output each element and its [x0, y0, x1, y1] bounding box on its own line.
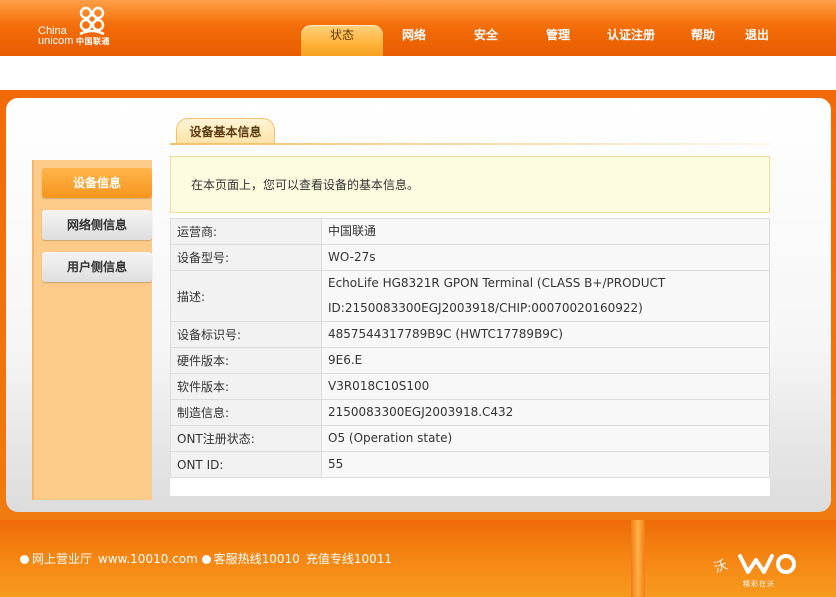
row-label-ont-id: ONT ID:	[170, 451, 322, 478]
top-header: China unicom 中国联通 状态 网络 安全 管理 认证注册 帮助 退出	[0, 0, 836, 56]
nav-logout[interactable]: 退出	[735, 25, 779, 56]
table-row: 硬件版本: 9E6.E	[170, 347, 770, 374]
wo-brand-logo: 沃 精彩在沃	[712, 546, 802, 590]
footer-recharge-line: 充值专线10011	[305, 552, 392, 566]
row-label-model: 设备型号:	[170, 244, 322, 271]
device-info-table: 运营商: 中国联通 设备型号: WO-27s 描述: EchoLife HG83…	[170, 218, 770, 478]
main-content: 在本页面上，您可以查看设备的基本信息。 运营商: 中国联通 设备型号: WO-2…	[170, 156, 770, 496]
sidebar-item-network-side-info[interactable]: 网络侧信息	[42, 210, 152, 240]
row-value-software-version: V3R018C10S100	[321, 373, 770, 400]
main-nav: 状态 网络 安全 管理 认证注册 帮助 退出	[0, 25, 836, 56]
bullet-icon	[201, 555, 211, 564]
row-label-ont-reg-status: ONT注册状态:	[170, 425, 322, 452]
row-value-ont-id: 55	[321, 451, 770, 478]
table-row: 制造信息: 2150083300EGJ2003918.C432	[170, 399, 770, 426]
nav-status[interactable]: 状态	[301, 25, 383, 56]
row-value-device-id: 4857544317789B9C (HWTC17789B9C)	[321, 321, 770, 348]
table-row: 描述: EchoLife HG8321R GPON Terminal (CLAS…	[170, 270, 770, 322]
row-label-manufacture-info: 制造信息:	[170, 399, 322, 426]
nav-management[interactable]: 管理	[536, 25, 580, 56]
nav-network[interactable]: 网络	[392, 25, 436, 56]
table-row: 软件版本: V3R018C10S100	[170, 373, 770, 400]
row-value-description: EchoLife HG8321R GPON Terminal (CLASS B+…	[321, 270, 770, 322]
title-underline	[170, 143, 770, 145]
row-label-description: 描述:	[170, 270, 322, 322]
footer-link-online-hall[interactable]: 网上营业厅	[32, 552, 92, 566]
row-value-ont-reg-status: O5 (Operation state)	[321, 425, 770, 452]
nav-auth-register[interactable]: 认证注册	[600, 25, 662, 56]
table-row: ONT注册状态: O5 (Operation state)	[170, 425, 770, 452]
row-label-operator: 运营商:	[170, 218, 322, 245]
row-label-device-id: 设备标识号:	[170, 321, 322, 348]
table-row: 设备标识号: 4857544317789B9C (HWTC17789B9C)	[170, 321, 770, 348]
table-row: ONT ID: 55	[170, 451, 770, 478]
footer-hotline: 客服热线10010	[213, 552, 300, 566]
header-spacer	[0, 56, 836, 90]
page-title-tab: 设备基本信息	[176, 118, 275, 144]
row-value-manufacture-info: 2150083300EGJ2003918.C432	[321, 399, 770, 426]
row-label-software-version: 软件版本:	[170, 373, 322, 400]
sidebar-item-user-side-info[interactable]: 用户侧信息	[42, 252, 152, 282]
row-value-model: WO-27s	[321, 244, 770, 271]
row-label-hardware-version: 硬件版本:	[170, 347, 322, 374]
table-row: 运营商: 中国联通	[170, 218, 770, 245]
intro-message: 在本页面上，您可以查看设备的基本信息。	[170, 156, 770, 213]
row-value-hardware-version: 9E6.E	[321, 347, 770, 374]
footer-decoration-pole	[631, 520, 645, 597]
nav-help[interactable]: 帮助	[681, 25, 725, 56]
nav-security[interactable]: 安全	[464, 25, 508, 56]
wo-logo-icon: 沃	[712, 554, 796, 577]
wo-slogan: 精彩在沃	[743, 580, 775, 588]
sidebar-item-device-info[interactable]: 设备信息	[42, 168, 152, 198]
footer-link-website[interactable]: www.10010.com	[98, 552, 198, 566]
table-row: 设备型号: WO-27s	[170, 244, 770, 271]
sidebar: 设备信息 网络侧信息 用户侧信息	[32, 160, 152, 500]
row-value-operator: 中国联通	[321, 218, 770, 245]
footer-links: 网上营业厅 www.10010.com 客服热线10010 充值专线10011	[20, 550, 392, 567]
svg-text:沃: 沃	[712, 558, 729, 577]
bullet-icon	[20, 555, 29, 564]
footer: 网上营业厅 www.10010.com 客服热线10010 充值专线10011 沃 …	[0, 520, 836, 597]
